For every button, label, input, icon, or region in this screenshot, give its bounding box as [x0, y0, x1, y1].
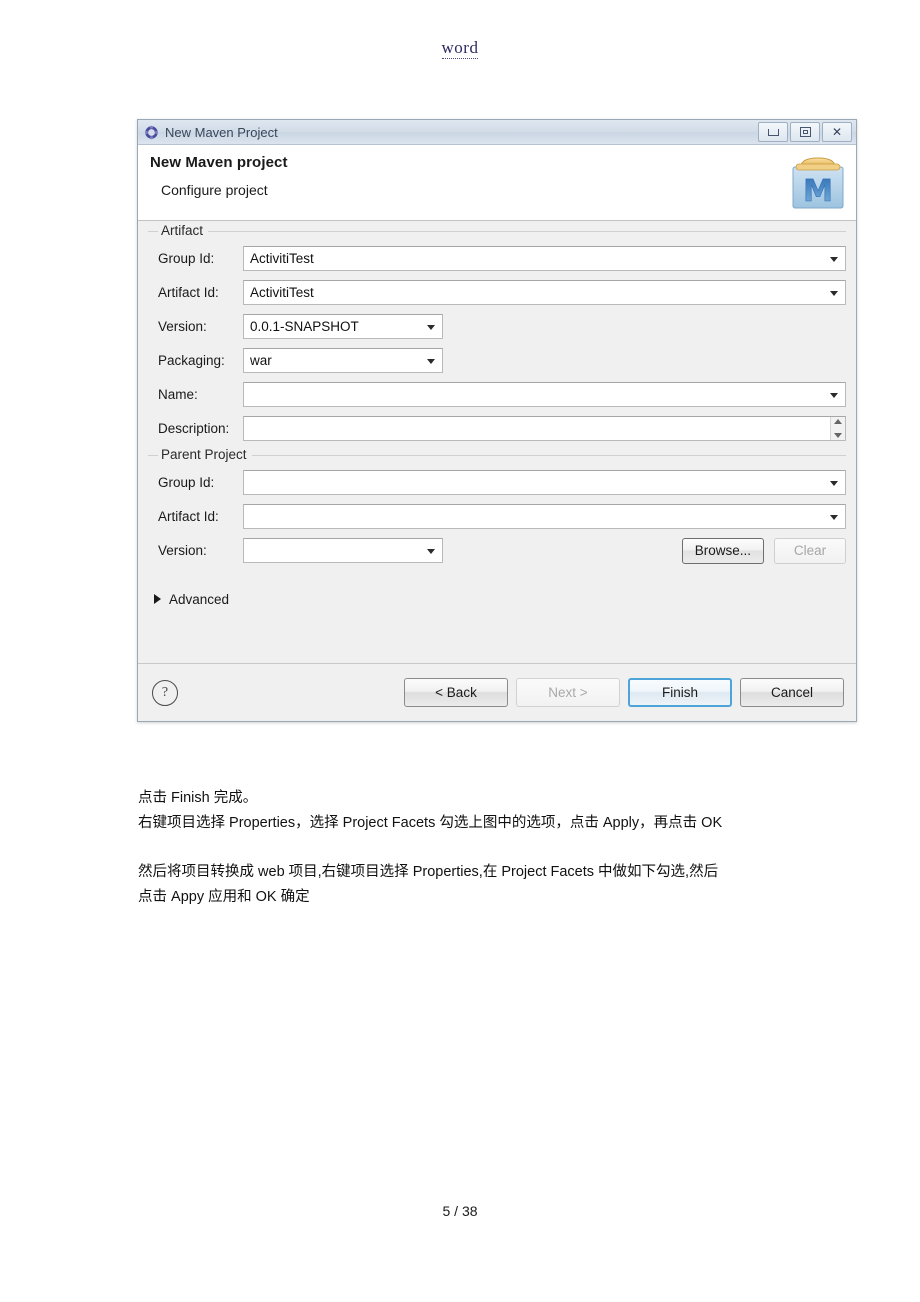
- scroll-down-icon[interactable]: [834, 433, 842, 438]
- artifact-packaging-row: Packaging: war: [148, 348, 846, 373]
- document-header: word: [0, 38, 920, 59]
- minimize-icon: [767, 128, 779, 136]
- body-filler: [148, 607, 846, 663]
- parent-project-group: Parent Project Group Id: Artifact Id: Ve…: [148, 447, 846, 571]
- artifact-group-id-label: Group Id:: [158, 251, 215, 266]
- scroll-up-icon[interactable]: [834, 419, 842, 424]
- wizard-buttons: < Back Next > Finish Cancel: [404, 678, 844, 707]
- chevron-down-icon[interactable]: [427, 358, 435, 364]
- parent-project-group-label: Parent Project: [158, 447, 252, 462]
- back-button[interactable]: < Back: [404, 678, 508, 707]
- description-scrollbar[interactable]: [830, 417, 845, 440]
- artifact-name-row: Name:: [148, 382, 846, 407]
- artifact-artifact-id-row: Artifact Id: ActivitiTest: [148, 280, 846, 305]
- word-watermark: word: [441, 38, 479, 59]
- artifact-description-label: Description:: [158, 421, 230, 436]
- parent-artifact-id-row: Artifact Id:: [148, 504, 846, 529]
- help-icon[interactable]: ?: [152, 679, 178, 706]
- close-icon: ✕: [831, 125, 843, 139]
- artifact-group-id-combo[interactable]: ActivitiTest: [243, 246, 846, 271]
- minimize-button[interactable]: [758, 122, 788, 142]
- maven-folder-logo: M: [788, 153, 848, 211]
- artifact-packaging-combo[interactable]: war: [243, 348, 443, 373]
- artifact-description-row: Description:: [148, 416, 846, 441]
- artifact-description-textarea[interactable]: [243, 416, 846, 441]
- new-maven-project-dialog: New Maven Project ✕ New Maven project Co…: [137, 119, 857, 722]
- chevron-down-icon[interactable]: [830, 480, 838, 486]
- finish-button[interactable]: Finish: [628, 678, 732, 707]
- doc-paragraph-3: 然后将项目转换成 web 项目,右键项目选择 Properties,在 Proj…: [138, 864, 719, 880]
- artifact-packaging-label: Packaging:: [158, 353, 225, 368]
- artifact-group-id-value: ActivitiTest: [250, 251, 314, 266]
- artifact-artifact-id-label: Artifact Id:: [158, 285, 219, 300]
- banner-heading: New Maven project: [150, 154, 288, 171]
- dialog-titlebar: New Maven Project ✕: [138, 120, 856, 145]
- artifact-version-label: Version:: [158, 319, 207, 334]
- advanced-expander[interactable]: Advanced: [148, 577, 846, 607]
- next-button: Next >: [516, 678, 620, 707]
- page-number: 5 / 38: [442, 1203, 478, 1219]
- parent-buttons: Browse... Clear: [681, 537, 846, 564]
- cancel-button[interactable]: Cancel: [740, 678, 844, 707]
- maximize-icon: [799, 127, 811, 137]
- artifact-version-value: 0.0.1-SNAPSHOT: [250, 319, 359, 334]
- artifact-artifact-id-combo[interactable]: ActivitiTest: [243, 280, 846, 305]
- chevron-down-icon[interactable]: [427, 324, 435, 330]
- artifact-group: Artifact Group Id: ActivitiTest Artifact…: [148, 223, 846, 449]
- doc-paragraph-1: 点击 Finish 完成。: [138, 790, 258, 806]
- parent-group-id-row: Group Id:: [148, 470, 846, 495]
- parent-group-id-combo[interactable]: [243, 470, 846, 495]
- parent-artifact-id-combo[interactable]: [243, 504, 846, 529]
- parent-group-id-label: Group Id:: [158, 475, 215, 490]
- maven-app-icon: [144, 125, 159, 140]
- artifact-version-row: Version: 0.0.1-SNAPSHOT: [148, 314, 846, 339]
- artifact-artifact-id-value: ActivitiTest: [250, 285, 314, 300]
- chevron-down-icon[interactable]: [830, 256, 838, 262]
- parent-artifact-id-label: Artifact Id:: [158, 509, 219, 524]
- document-body-text: 点击 Finish 完成。 右键项目选择 Properties，选择 Proje…: [138, 786, 798, 910]
- chevron-down-icon[interactable]: [830, 290, 838, 296]
- artifact-version-combo[interactable]: 0.0.1-SNAPSHOT: [243, 314, 443, 339]
- artifact-group-label: Artifact: [158, 223, 209, 238]
- svg-text:M: M: [803, 174, 833, 209]
- parent-version-row: Version: Browse... Clear: [148, 537, 846, 564]
- artifact-packaging-value: war: [250, 353, 272, 368]
- triangle-right-icon[interactable]: [154, 594, 161, 604]
- parent-version-label: Version:: [158, 543, 207, 558]
- clear-button: Clear: [774, 537, 846, 564]
- doc-paragraph-2: 右键项目选择 Properties，选择 Project Facets 勾选上图…: [138, 815, 723, 831]
- window-controls: ✕: [758, 122, 852, 142]
- advanced-label: Advanced: [169, 591, 230, 607]
- browse-button[interactable]: Browse...: [681, 537, 764, 564]
- maximize-button[interactable]: [790, 122, 820, 142]
- doc-paragraph-4: 点击 Appy 应用和 OK 确定: [138, 889, 310, 905]
- close-button[interactable]: ✕: [822, 122, 852, 142]
- artifact-name-combo[interactable]: [243, 382, 846, 407]
- parent-version-combo[interactable]: [243, 538, 443, 563]
- banner-subtitle: Configure project: [161, 182, 268, 198]
- artifact-group-id-row: Group Id: ActivitiTest: [148, 246, 846, 271]
- chevron-down-icon[interactable]: [427, 548, 435, 554]
- dialog-footer: ? < Back Next > Finish Cancel: [138, 663, 856, 721]
- artifact-name-label: Name:: [158, 387, 198, 402]
- chevron-down-icon[interactable]: [830, 514, 838, 520]
- dialog-body: Artifact Group Id: ActivitiTest Artifact…: [138, 221, 856, 663]
- dialog-banner: New Maven project Configure project M: [138, 145, 856, 221]
- dialog-title: New Maven Project: [165, 124, 278, 140]
- chevron-down-icon[interactable]: [830, 392, 838, 398]
